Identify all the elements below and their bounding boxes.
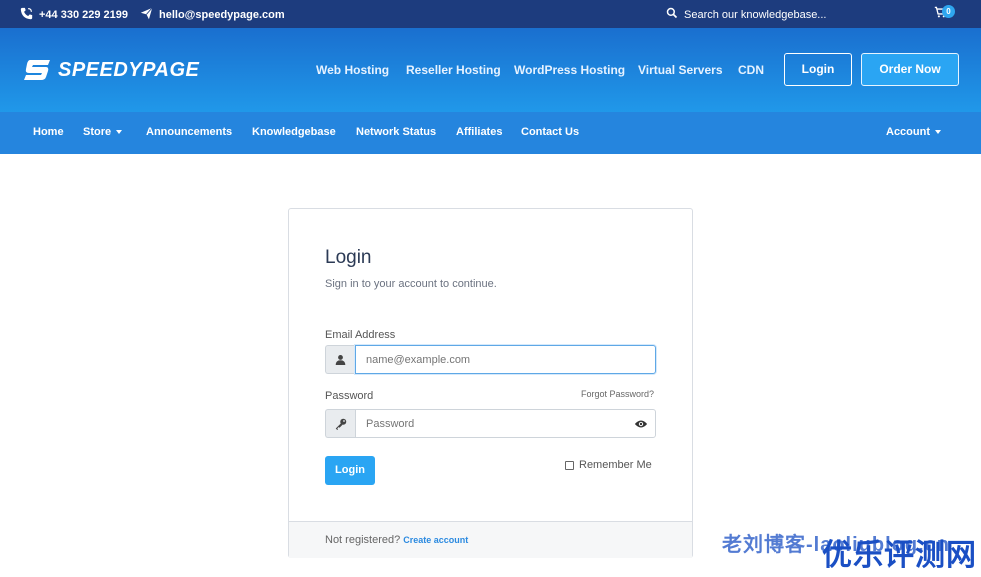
subnav-account-label: Account [886, 126, 930, 138]
not-registered-text: Not registered? Create account [325, 534, 468, 546]
password-input-group [325, 409, 656, 438]
remember-me-checkbox[interactable] [565, 460, 574, 470]
nav-web-hosting[interactable]: Web Hosting [316, 63, 389, 77]
phone-contact[interactable]: +44 330 229 2199 [20, 7, 128, 23]
nav-virtual-servers[interactable]: Virtual Servers [638, 63, 723, 77]
subnav-contact-us[interactable]: Contact Us [521, 126, 579, 138]
login-title: Login [325, 247, 372, 268]
main-header: SPEEDYPAGE Web Hosting Reseller Hosting … [0, 28, 981, 112]
eye-icon[interactable] [634, 417, 648, 435]
order-now-button[interactable]: Order Now [861, 53, 959, 86]
subnav-store-label: Store [83, 126, 112, 138]
remember-me[interactable]: Remember Me [565, 459, 652, 471]
secondary-nav: Home Store Announcements Knowledgebase N… [0, 112, 981, 154]
logo-mark-icon [24, 60, 50, 80]
watermark-site: 优乐评测网 [822, 539, 977, 572]
email-address: hello@speedypage.com [159, 9, 285, 21]
key-icon [325, 409, 355, 438]
password-label: Password [325, 390, 374, 402]
login-card: Login Sign in to your account to continu… [288, 208, 693, 558]
chevron-down-icon [116, 130, 123, 135]
remember-me-label: Remember Me [579, 459, 652, 471]
email-contact[interactable]: hello@speedypage.com [140, 7, 285, 23]
user-icon [325, 345, 355, 374]
top-bar: +44 330 229 2199 hello@speedypage.com Se… [0, 0, 981, 28]
login-card-footer: Not registered? Create account [289, 521, 692, 558]
subnav-account[interactable]: Account [886, 126, 941, 138]
logo-text: SPEEDYPAGE [58, 58, 200, 81]
subnav-home[interactable]: Home [33, 126, 64, 138]
subnav-affiliates[interactable]: Affiliates [456, 126, 502, 138]
chevron-down-icon [935, 130, 941, 135]
email-input-group [325, 345, 656, 374]
email-input[interactable] [355, 345, 656, 374]
header-login-button[interactable]: Login [784, 53, 852, 86]
login-subtitle: Sign in to your account to continue. [325, 278, 497, 290]
subnav-knowledgebase[interactable]: Knowledgebase [252, 126, 336, 138]
cart-button[interactable]: 0 [934, 5, 955, 21]
subnav-store[interactable]: Store [83, 126, 123, 138]
create-account-link[interactable]: Create account [403, 535, 468, 545]
cart-count-badge: 0 [942, 5, 955, 18]
nav-cdn[interactable]: CDN [738, 63, 764, 77]
subnav-announcements[interactable]: Announcements [146, 126, 232, 138]
not-registered-label: Not registered? [325, 534, 401, 546]
speedypage-logo[interactable]: SPEEDYPAGE [22, 58, 199, 82]
search-icon [666, 7, 678, 22]
login-submit-button[interactable]: Login [325, 456, 375, 485]
phone-icon [20, 7, 33, 23]
nav-wordpress-hosting[interactable]: WordPress Hosting [514, 63, 625, 77]
subnav-network-status[interactable]: Network Status [356, 126, 436, 138]
password-input[interactable] [355, 409, 656, 438]
paper-plane-icon [140, 7, 153, 23]
phone-number: +44 330 229 2199 [39, 9, 129, 21]
nav-reseller-hosting[interactable]: Reseller Hosting [406, 63, 501, 77]
forgot-password-link[interactable]: Forgot Password? [581, 389, 654, 399]
search-placeholder: Search our knowledgebase... [684, 8, 827, 21]
knowledgebase-search[interactable]: Search our knowledgebase... [666, 7, 826, 22]
email-label: Email Address [325, 329, 396, 341]
